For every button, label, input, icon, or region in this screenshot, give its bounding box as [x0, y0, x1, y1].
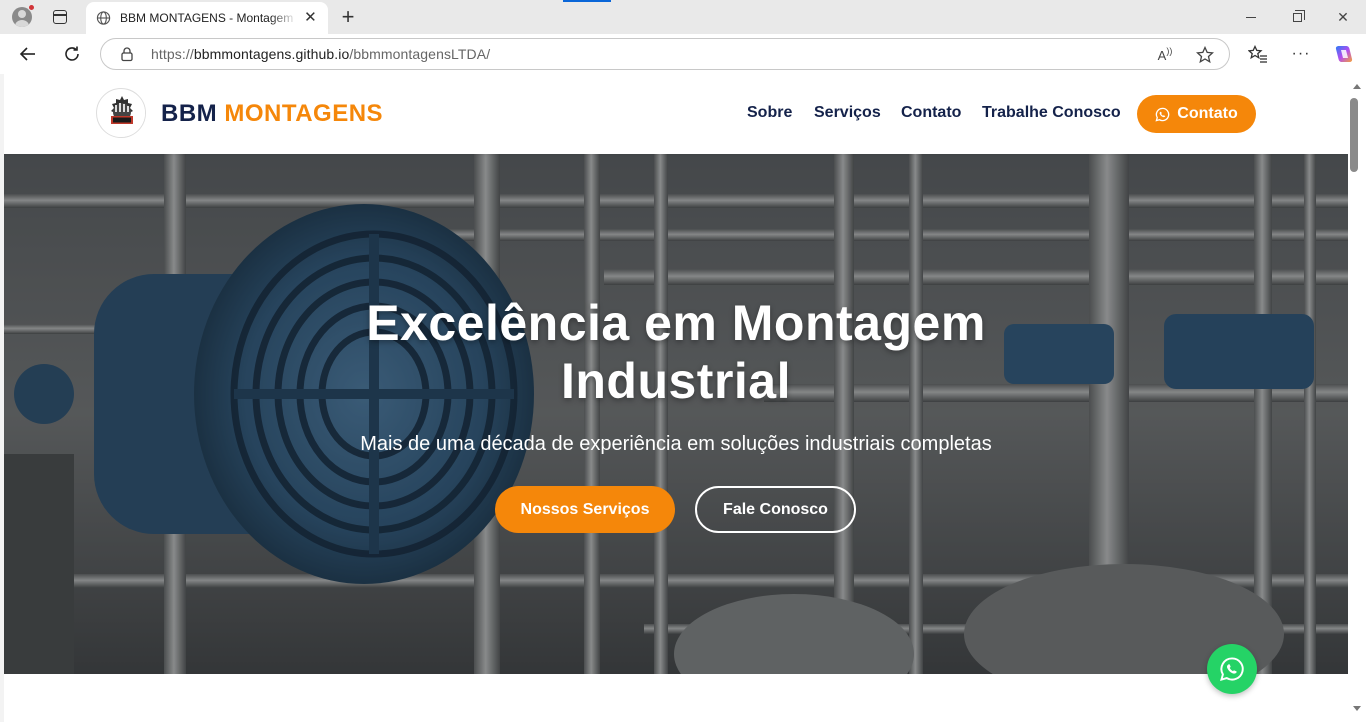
more-icon[interactable]: ···	[1287, 40, 1315, 68]
read-aloud-icon[interactable]: A))	[1155, 45, 1175, 65]
scroll-up-icon[interactable]	[1353, 84, 1361, 89]
back-arrow-icon[interactable]	[14, 40, 42, 68]
contact-whatsapp-button[interactable]: Contato	[1137, 95, 1256, 133]
hero-title: Excelência em Montagem Industrial	[4, 294, 1348, 410]
browser-tab-strip: BBM MONTAGENS - Montagem Industrial ✕ + …	[0, 0, 1366, 34]
favorites-icon[interactable]	[1244, 40, 1272, 68]
services-button[interactable]: Nossos Serviços	[495, 486, 675, 533]
star-icon[interactable]	[1195, 45, 1215, 65]
hero-section: Excelência em Montagem Industrial Mais d…	[4, 154, 1348, 674]
contact-us-button[interactable]: Fale Conosco	[695, 486, 856, 533]
hero-title-line-2: Industrial	[560, 353, 792, 409]
page-viewport: BBM MONTAGENS Sobre Serviços Contato Tra…	[4, 74, 1348, 722]
nav-link-servicos[interactable]: Serviços	[814, 104, 881, 122]
whatsapp-floating-button[interactable]	[1207, 644, 1257, 694]
whatsapp-icon	[1220, 657, 1244, 681]
nav-link-sobre[interactable]: Sobre	[747, 104, 792, 122]
nav-link-contato[interactable]: Contato	[901, 104, 961, 122]
profile-icon[interactable]	[10, 4, 35, 29]
hero-dark-overlay	[4, 154, 1348, 674]
browser-tab[interactable]: BBM MONTAGENS - Montagem Industrial ✕	[86, 2, 328, 34]
lock-icon[interactable]	[119, 46, 135, 62]
scrollbar-thumb[interactable]	[1350, 98, 1358, 172]
tab-actions-icon[interactable]	[48, 5, 72, 29]
scroll-down-icon[interactable]	[1353, 706, 1361, 711]
close-tab-icon[interactable]: ✕	[303, 10, 318, 26]
minimize-button[interactable]	[1228, 0, 1274, 34]
page-scrollbar[interactable]	[1348, 74, 1366, 722]
tab-title: BBM MONTAGENS - Montagem Industrial	[120, 11, 297, 25]
close-window-button[interactable]: ✕	[1320, 0, 1366, 34]
site-header: BBM MONTAGENS Sobre Serviços Contato Tra…	[4, 74, 1348, 154]
restore-button[interactable]	[1274, 0, 1320, 34]
url-text[interactable]: https://bbmmontagens.github.io/bbmmontag…	[151, 46, 490, 62]
hero-title-line-1: Excelência em Montagem	[366, 295, 986, 351]
address-bar[interactable]: https://bbmmontagens.github.io/bbmmontag…	[100, 38, 1230, 70]
drag-indicator	[563, 0, 611, 2]
browser-toolbar: https://bbmmontagens.github.io/bbmmontag…	[0, 34, 1366, 74]
contact-button-label: Contato	[1177, 105, 1238, 122]
brand-part-bbm: BBM	[161, 100, 218, 127]
hero-subtitle: Mais de uma década de experiência em sol…	[360, 433, 992, 455]
globe-icon	[96, 11, 111, 25]
copilot-icon[interactable]	[1330, 40, 1358, 68]
new-tab-icon[interactable]: +	[336, 4, 360, 29]
reload-icon[interactable]	[58, 40, 86, 68]
whatsapp-icon	[1155, 107, 1170, 122]
brand-part-montagens: MONTAGENS	[224, 100, 384, 127]
company-logo[interactable]	[96, 88, 146, 138]
brand-name[interactable]: BBM MONTAGENS	[161, 100, 383, 128]
nav-link-trabalhe-conosco[interactable]: Trabalhe Conosco	[982, 104, 1121, 122]
